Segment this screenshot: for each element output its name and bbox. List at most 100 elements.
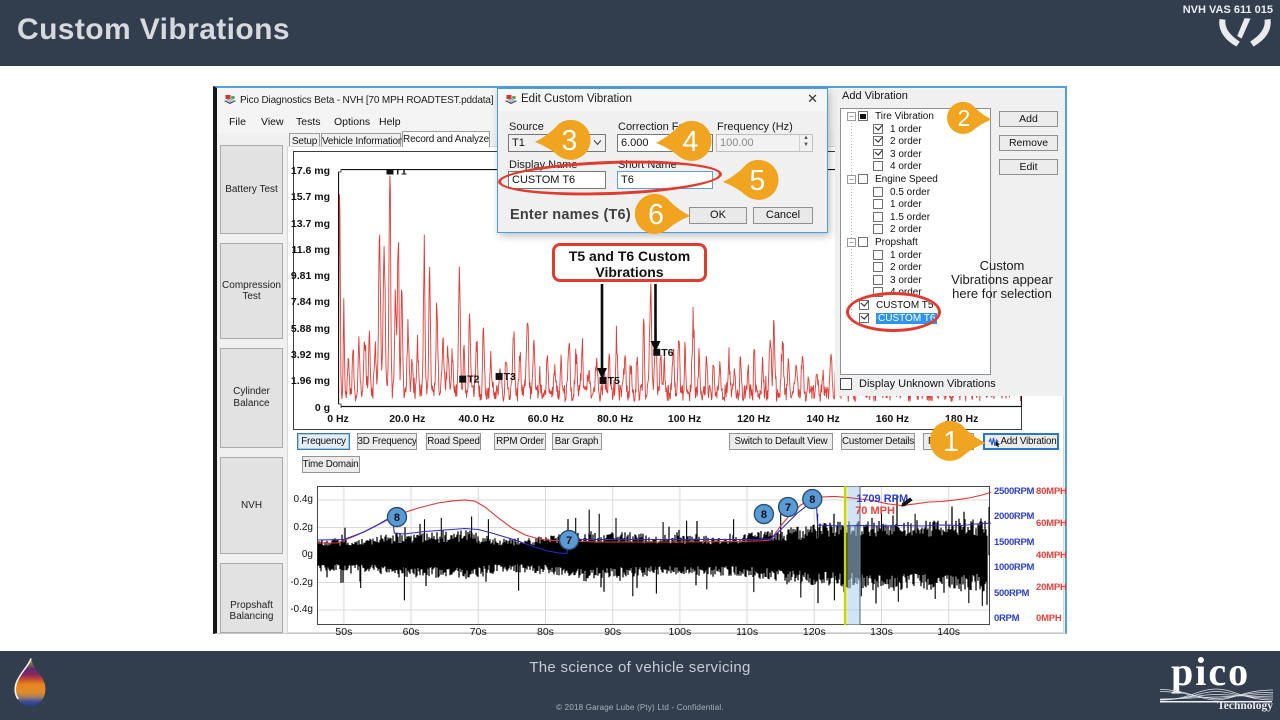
timedomain-rpm-tick: 0RPM (994, 613, 1019, 624)
vj-logo-icon (1214, 13, 1276, 55)
tree-expander-icon[interactable]: − (847, 175, 856, 184)
tree-label: 0.5 order (890, 187, 930, 198)
vibration-tree: −Tire Vibration1 order2 order3 order4 or… (840, 108, 991, 375)
toolbar-button-rpm-order[interactable]: RPM Order (494, 433, 546, 451)
tree-checkbox[interactable] (858, 174, 868, 184)
tree-item-0-5-order[interactable]: 0.5 order (841, 186, 990, 199)
chart-handle (338, 404, 341, 408)
timedomain-time-tick: 90s (604, 626, 621, 638)
tree-label: 2 order (890, 262, 922, 273)
close-icon[interactable]: ✕ (807, 92, 818, 105)
step-marker-5: 5 (721, 158, 779, 202)
event-marker-label: 8 (809, 494, 815, 506)
sidebar-item-propshaft-balancing[interactable]: Propshaft Balancing (220, 563, 283, 633)
tree-checkbox[interactable] (873, 187, 883, 197)
window-title: Pico Diagnostics Beta - NVH [70 MPH ROAD… (240, 95, 493, 106)
dialog-titlebar[interactable]: Edit Custom Vibration ✕ (498, 89, 827, 111)
spectrum-x-tick: 80.0 Hz (597, 413, 633, 425)
timedomain-plot: 1709 RPM70 MPH87878 (317, 486, 991, 626)
toolbar-button-bar-graph[interactable]: Bar Graph (552, 433, 602, 451)
toolbar-button-customer-details[interactable]: Customer Details (841, 433, 915, 451)
slide-header: Custom Vibrations NVH VAS 611 015 (0, 0, 1280, 66)
cursor-rpm-label: 1709 RPM (856, 493, 908, 505)
tree-checkbox[interactable] (873, 250, 883, 260)
tab-record-and-analyze[interactable]: Record and Analyze (402, 131, 490, 147)
remove-button[interactable]: Remove (999, 135, 1058, 152)
spectrum-y-tick: 5.88 mg (291, 323, 330, 335)
ok-button[interactable]: OK (689, 207, 747, 225)
chart-handle (338, 169, 341, 172)
toolbar-button-3d-frequency[interactable]: 3D Frequency (357, 433, 417, 451)
marker-t5 (600, 376, 607, 383)
menu-item-options[interactable]: Options (334, 116, 370, 128)
tree-item-2-order[interactable]: 2 order (841, 136, 990, 149)
tree-checkbox[interactable] (873, 161, 883, 171)
edit-button[interactable]: Edit (999, 159, 1058, 176)
tree-item-4-order[interactable]: 4 order (841, 161, 990, 174)
tree-item-propshaft[interactable]: −Propshaft (841, 237, 990, 250)
spectrum-x-tick: 0 Hz (327, 413, 349, 425)
panel-note-line: here for selection (939, 287, 1065, 301)
sidebar-item-battery-test[interactable]: Battery Test (220, 145, 283, 234)
tree-checkbox[interactable] (873, 275, 883, 285)
timedomain-g-tick: 0.2g (294, 522, 313, 533)
tree-item-engine-speed[interactable]: −Engine Speed (841, 174, 990, 187)
timedomain-mph-tick: 80MPH (1036, 486, 1067, 497)
tree-checkbox[interactable] (873, 199, 883, 209)
tree-checkbox[interactable] (858, 111, 868, 121)
annotation-ellipse-custom (846, 292, 941, 332)
timedomain-mph-tick: 0MPH (1036, 613, 1062, 624)
panel-title: Add Vibration (842, 90, 908, 102)
step-marker-1: 1 (929, 419, 987, 463)
tree-label: 4 order (890, 161, 922, 172)
marker-t2 (459, 375, 466, 382)
tree-label: 2 order (890, 136, 922, 147)
footer-tagline: The science of vehicle servicing (0, 659, 1280, 676)
display-unknown-checkbox[interactable] (840, 378, 852, 390)
tab-setup[interactable]: Setup (289, 133, 320, 147)
tree-label: 1 order (890, 250, 922, 261)
menu-item-tests[interactable]: Tests (296, 116, 321, 128)
menu-item-file[interactable]: File (229, 116, 246, 128)
toolbar-button-frequency[interactable]: Frequency (297, 433, 350, 451)
add-button[interactable]: Add (999, 111, 1058, 128)
tree-item-1-order[interactable]: 1 order (841, 199, 990, 212)
timedomain-time-tick: 60s (403, 626, 420, 638)
tree-checkbox[interactable] (858, 237, 868, 247)
tree-checkbox[interactable] (873, 124, 883, 134)
timedomain-time-tick: 80s (537, 626, 554, 638)
annotation-enter-names: Enter names (T6) (510, 207, 631, 223)
toolbar-button-add-vibration[interactable]: Add Vibration (983, 433, 1059, 451)
timedomain-rpm-tick: 2500RPM (994, 486, 1034, 497)
tree-checkbox[interactable] (873, 136, 883, 146)
spectrum-y-tick: 13.7 mg (291, 218, 330, 230)
tree-checkbox[interactable] (873, 149, 883, 159)
tab-vehicle-information[interactable]: Vehicle Information (321, 133, 401, 147)
step-marker-number: 2 (958, 105, 971, 131)
cancel-button[interactable]: Cancel (753, 207, 813, 225)
sidebar-item-compression-test[interactable]: Compression Test (220, 243, 283, 339)
spinner-icon[interactable]: ▲▼ (799, 135, 812, 151)
tree-item-1-5-order[interactable]: 1.5 order (841, 211, 990, 224)
step-marker-number: 3 (561, 125, 577, 157)
marker-t1 (386, 169, 393, 174)
tree-label: 1 order (890, 124, 922, 135)
frequency-input[interactable]: 100.00 ▲▼ (716, 134, 813, 152)
display-unknown-label: Display Unknown Vibrations (859, 378, 996, 390)
tree-expander-icon[interactable]: − (847, 112, 856, 121)
sidebar-item-cylinder-balance[interactable]: Cylinder Balance (220, 348, 283, 448)
timedomain-rpm-tick: 1500RPM (994, 537, 1034, 548)
toolbar-button-road-speed[interactable]: Road Speed (426, 433, 481, 451)
tree-checkbox[interactable] (873, 224, 883, 234)
toolbar-button-time-domain[interactable]: Time Domain (302, 456, 360, 474)
tree-item-3-order[interactable]: 3 order (841, 148, 990, 161)
menu-item-help[interactable]: Help (379, 116, 401, 128)
tree-item-2-order[interactable]: 2 order (841, 224, 990, 237)
step-marker-number: 5 (749, 165, 765, 197)
tree-expander-icon[interactable]: − (847, 238, 856, 247)
toolbar-button-switch-to-default-view[interactable]: Switch to Default View (729, 433, 833, 451)
tree-checkbox[interactable] (873, 262, 883, 272)
sidebar-item-nvh[interactable]: NVH (220, 457, 283, 554)
menu-item-view[interactable]: View (261, 116, 284, 128)
tree-checkbox[interactable] (873, 212, 883, 222)
